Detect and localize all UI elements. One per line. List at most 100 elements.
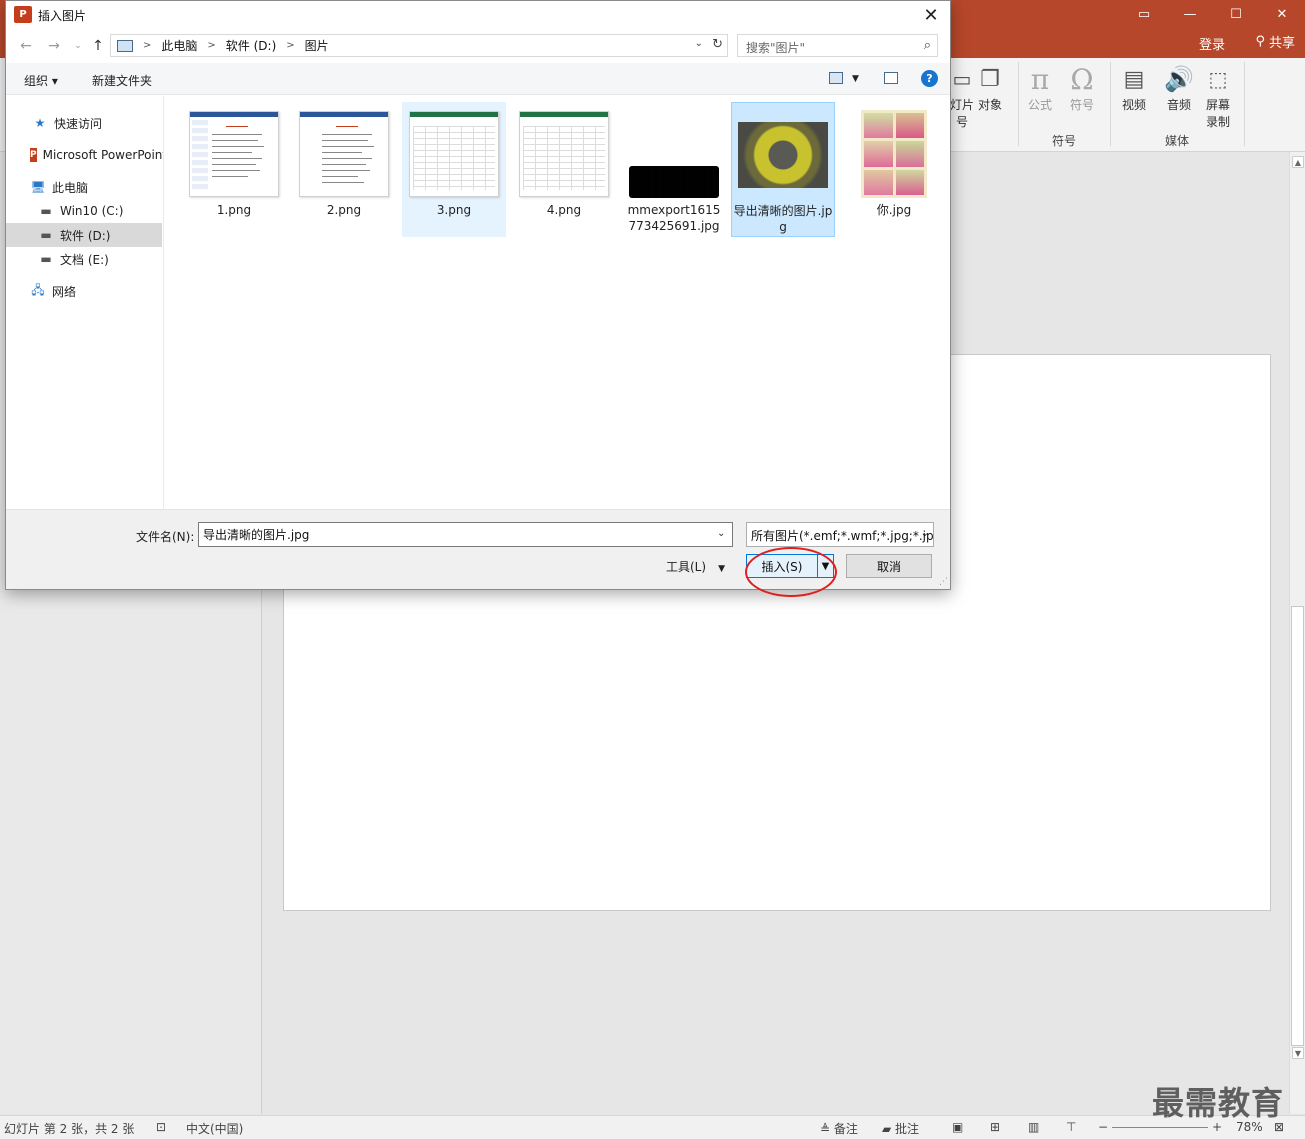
nav-label: 软件 (D:) <box>60 228 111 243</box>
filename-input[interactable] <box>198 522 733 547</box>
ribbon-label: 灯片 <box>950 98 975 112</box>
spellcheck-icon[interactable]: ⊡ <box>156 1120 166 1134</box>
ribbon-formula-button[interactable]: π 公式 <box>1028 62 1052 113</box>
breadcrumb-pictures[interactable]: 图片 <box>299 37 335 54</box>
file-item[interactable]: mmexport1615773425691.jpg <box>622 102 726 237</box>
new-folder-button[interactable]: 新建文件夹 <box>92 72 152 89</box>
slide-info: 幻灯片 第 2 张，共 2 张 <box>4 1122 135 1136</box>
dialog-close-icon[interactable]: ✕ <box>916 3 946 27</box>
ribbon-label: 公式 <box>1028 98 1053 112</box>
ribbon-display-icon[interactable]: ▭ <box>1121 0 1167 28</box>
maximize-icon[interactable]: ☐ <box>1213 0 1259 28</box>
scroll-down-icon[interactable]: ▼ <box>1292 1047 1304 1059</box>
file-name: 导出清晰的图片.jpg <box>733 204 833 234</box>
resize-grip-icon[interactable]: ⋰ <box>939 577 948 587</box>
login-link[interactable]: 登录 <box>1199 34 1225 53</box>
refresh-icon[interactable]: ↻ <box>712 37 723 52</box>
file-item[interactable]: 3.png <box>402 102 506 237</box>
close-window-icon[interactable]: ✕ <box>1259 0 1305 28</box>
breadcrumb-drive-d[interactable]: 软件 (D:) <box>220 37 282 54</box>
slide-number-icon: ▭ <box>952 67 972 91</box>
file-name: 你.jpg <box>876 203 912 217</box>
zoom-out-icon[interactable]: − <box>1098 1120 1108 1134</box>
highlight-annotation <box>745 547 837 597</box>
language-indicator[interactable]: 中文(中国) <box>186 1120 243 1137</box>
sorter-view-icon[interactable]: ⊞ <box>990 1120 1000 1134</box>
insert-picture-dialog: P 插入图片 ✕ ← → ⌄ ↑ > 此电脑 > 软件 (D:) > 图片 ⌄ … <box>5 0 951 597</box>
tools-button[interactable]: 工具(L) ▼ <box>666 558 725 575</box>
dialog-toolbar: 组织 ▾ 新建文件夹 ▼ ? <box>6 63 950 95</box>
zoom-slider[interactable] <box>1112 1127 1208 1128</box>
search-icon[interactable]: ⌕ <box>924 38 931 53</box>
reading-view-icon[interactable]: ▥ <box>1028 1120 1039 1134</box>
vertical-scrollbar[interactable]: ▲ ▼ <box>1289 152 1305 1114</box>
file-thumbnail <box>628 110 720 198</box>
chevron-right-icon[interactable]: > <box>203 40 219 51</box>
ribbon-separator <box>1244 62 1245 146</box>
ribbon-symbol-button[interactable]: Ω 符号 <box>1070 62 1094 113</box>
search-placeholder: 搜索"图片" <box>746 41 806 55</box>
drive-icon: ▬ <box>40 228 52 242</box>
nav-this-pc[interactable]: 🖥 此电脑 <box>6 175 162 199</box>
file-item[interactable]: 你.jpg <box>842 102 946 237</box>
file-name: 1.png <box>216 203 252 217</box>
view-options-icon[interactable] <box>829 72 843 84</box>
nav-drive-d[interactable]: ▬ 软件 (D:) <box>6 223 162 247</box>
notes-button[interactable]: ≜ 备注 <box>820 1120 858 1137</box>
window-controls: ▭ — ☐ ✕ <box>1121 0 1305 28</box>
notes-label: 备注 <box>833 1122 858 1136</box>
file-item-selected[interactable]: 导出清晰的图片.jpg <box>731 102 835 237</box>
address-row: ← → ⌄ ↑ > 此电脑 > 软件 (D:) > 图片 ⌄ ↻ 搜索"图片" … <box>6 29 950 63</box>
file-name: 2.png <box>326 203 362 217</box>
preview-pane-icon[interactable] <box>884 72 898 84</box>
help-icon[interactable]: ? <box>921 70 938 87</box>
scroll-up-icon[interactable]: ▲ <box>1292 156 1304 168</box>
share-button[interactable]: ⚲ 共享 <box>1249 30 1301 53</box>
file-type-select[interactable]: 所有图片(*.emf;*.wmf;*.jpg;*.jp ⌄ <box>746 522 934 547</box>
ribbon-screen-record-button[interactable]: ⬚ 屏幕 录制 <box>1206 62 1230 130</box>
breadcrumb-this-pc[interactable]: 此电脑 <box>155 37 203 54</box>
nav-label: 快速访问 <box>54 116 103 131</box>
network-icon: 🖧 <box>31 282 45 297</box>
ribbon-slide-number-button[interactable]: ▭ 灯片 号 <box>950 62 974 130</box>
chevron-down-icon[interactable]: ⌄ <box>695 38 703 49</box>
file-thumbnail <box>848 110 940 198</box>
minimize-icon[interactable]: — <box>1167 0 1213 28</box>
up-arrow-icon[interactable]: ↑ <box>88 37 108 55</box>
forward-arrow-icon[interactable]: → <box>44 37 64 55</box>
search-input[interactable]: 搜索"图片" ⌕ <box>737 34 938 57</box>
ribbon-audio-button[interactable]: 🔊 音频 <box>1164 62 1194 113</box>
back-arrow-icon[interactable]: ← <box>16 37 36 55</box>
file-item[interactable]: 1.png <box>182 102 286 237</box>
normal-view-icon[interactable]: ▣ <box>952 1120 963 1134</box>
chevron-down-icon[interactable]: ⌄ <box>717 528 725 539</box>
nav-drive-e[interactable]: ▬ 文档 (E:) <box>6 247 162 271</box>
scroll-thumb[interactable] <box>1291 606 1304 1046</box>
star-icon: ★ <box>34 116 46 130</box>
screen-record-icon: ⬚ <box>1208 67 1228 91</box>
ribbon-label: 符号 <box>1070 98 1095 112</box>
nav-network[interactable]: 🖧 网络 <box>6 279 162 303</box>
file-item[interactable]: 4.png <box>512 102 616 237</box>
organize-button[interactable]: 组织 ▾ <box>24 72 58 89</box>
file-item[interactable]: 2.png <box>292 102 396 237</box>
chevron-right-icon[interactable]: > <box>139 40 155 51</box>
slideshow-view-icon[interactable]: ⊤ <box>1066 1120 1076 1134</box>
ribbon-group-symbols: 符号 <box>1052 134 1077 148</box>
ribbon-separator <box>1110 62 1111 146</box>
comments-button[interactable]: ▰ 批注 <box>882 1120 919 1137</box>
view-dropdown-icon[interactable]: ▼ <box>852 74 859 84</box>
cancel-button[interactable]: 取消 <box>846 554 932 578</box>
person-icon: ⚲ <box>1255 34 1265 49</box>
nav-powerpoint[interactable]: P Microsoft PowerPoint <box>6 143 163 167</box>
ribbon-object-button[interactable]: ❐ 对象 <box>978 62 1002 113</box>
film-icon: ▤ <box>1123 66 1145 92</box>
nav-drive-c[interactable]: ▬ Win10 (C:) <box>6 199 162 223</box>
ribbon-label: 号 <box>956 115 969 129</box>
speaker-icon: 🔊 <box>1164 65 1194 93</box>
recent-dropdown-icon[interactable]: ⌄ <box>68 37 88 55</box>
nav-quick-access[interactable]: ★ 快速访问 <box>6 111 162 135</box>
address-bar[interactable]: > 此电脑 > 软件 (D:) > 图片 ⌄ ↻ <box>110 34 728 57</box>
ribbon-video-button[interactable]: ▤ 视频 <box>1122 62 1146 113</box>
chevron-right-icon[interactable]: > <box>282 40 298 51</box>
